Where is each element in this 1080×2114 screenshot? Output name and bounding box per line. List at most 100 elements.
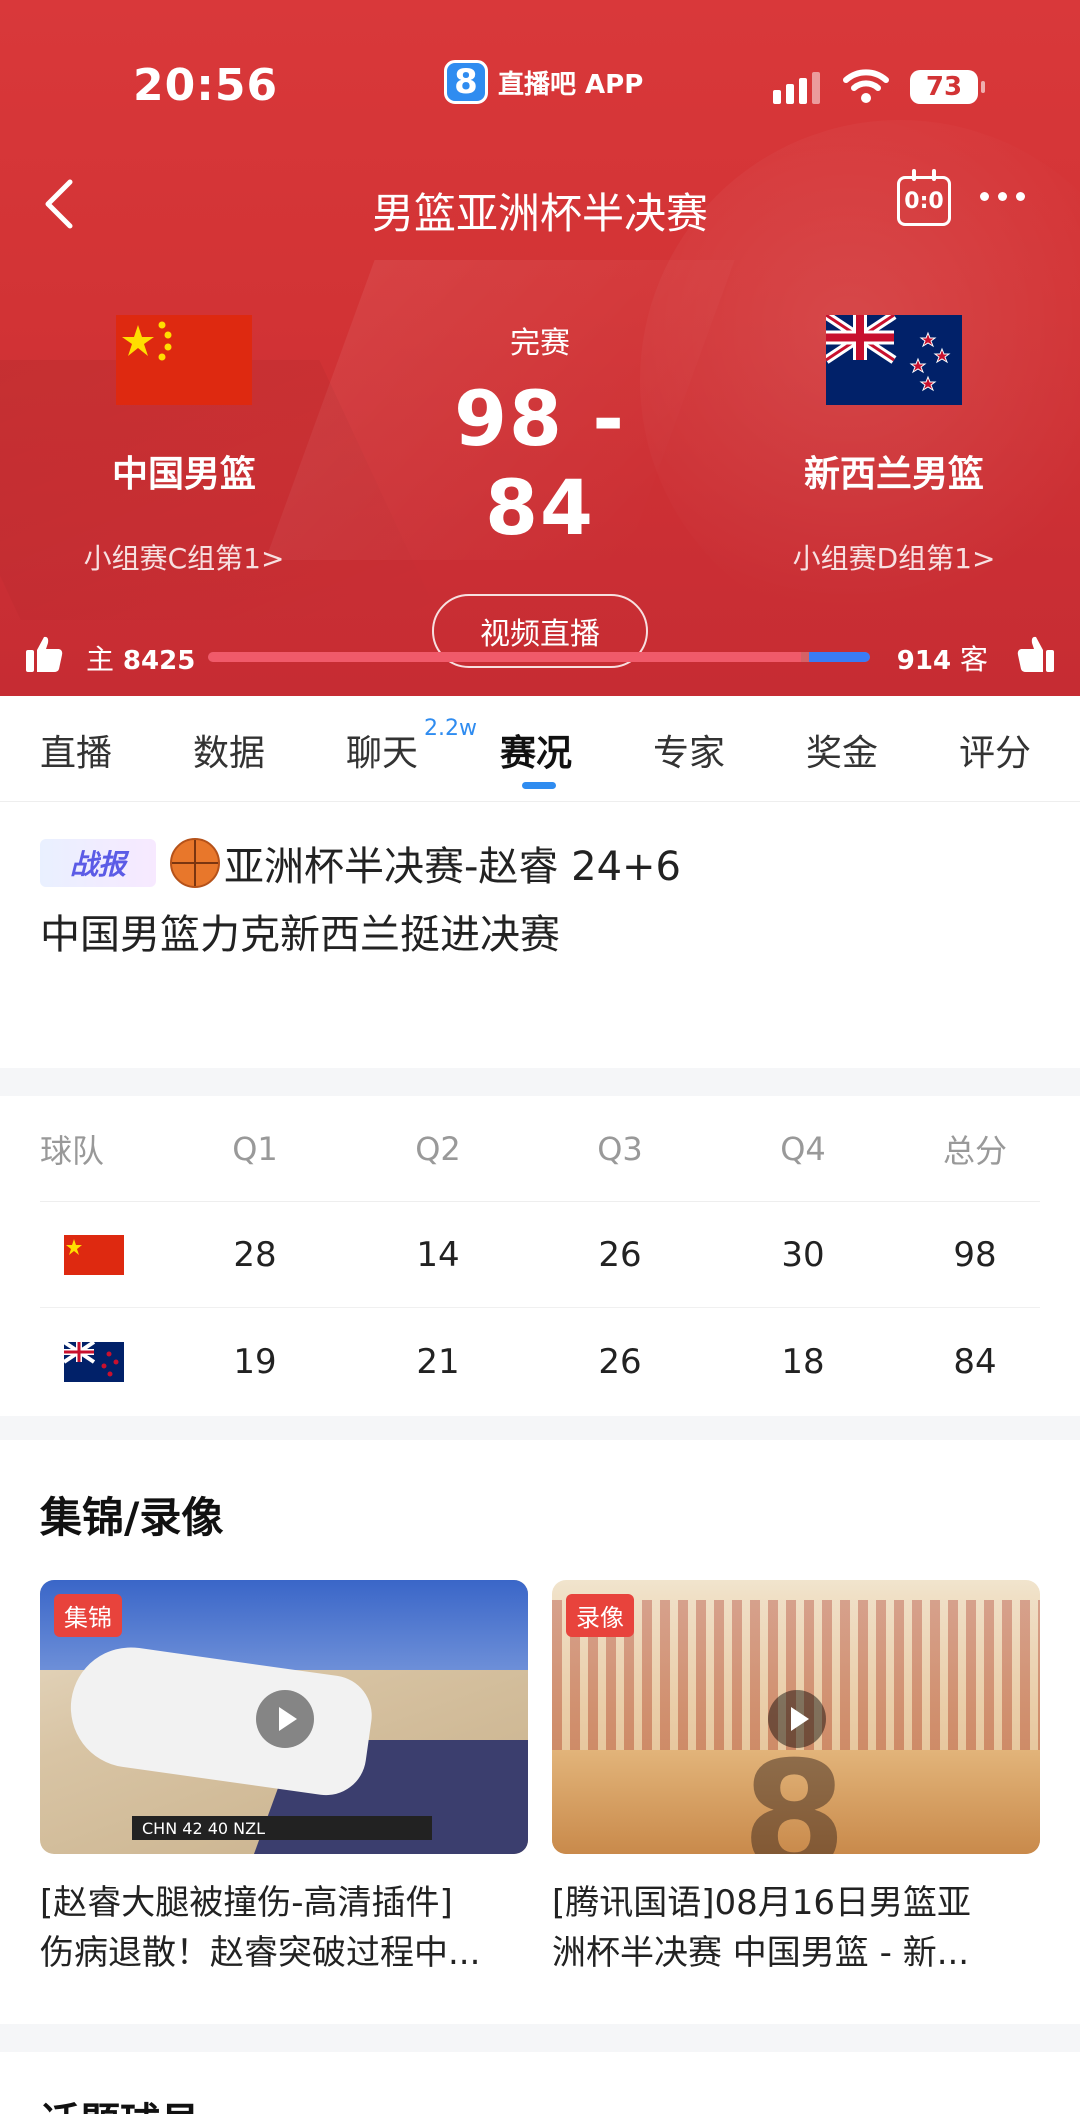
- header-q4: Q4: [780, 1129, 826, 1168]
- video-title-line2: 洲杯半决赛 中国男篮 - 新...: [552, 1933, 970, 1973]
- tab-chat-label: 聊天: [346, 733, 419, 774]
- team-cell: [40, 1234, 150, 1275]
- header-total: 总分: [942, 1131, 1007, 1170]
- total-score: 84: [953, 1342, 997, 1382]
- q4-score: 30: [781, 1234, 825, 1275]
- header-q2: Q2: [415, 1129, 461, 1168]
- support-home: 主 8425: [86, 638, 195, 678]
- section-divider: [0, 2024, 1080, 2052]
- table-header: 球队 Q1 Q2 Q3 Q4 总分: [40, 1096, 1040, 1202]
- tab-bonus[interactable]: 奖金: [806, 724, 878, 776]
- support-away-fill: [809, 652, 870, 662]
- thumbnail-scorebar: CHN 42 40 NZL: [132, 1816, 432, 1840]
- home-team-rank[interactable]: 小组赛C组第1>: [34, 537, 334, 577]
- tab-live[interactable]: 直播: [40, 724, 112, 776]
- q2-score: 21: [416, 1342, 460, 1382]
- table-row: 19 21 26 18 84: [40, 1309, 1040, 1415]
- team-cell: [40, 1342, 150, 1382]
- header-q1: Q1: [232, 1129, 278, 1168]
- home-team[interactable]: 中国男篮 小组赛C组第1>: [34, 315, 334, 577]
- report-headline: 战报 亚洲杯半决赛-赵睿 24+6: [40, 834, 681, 892]
- match-status: 完赛: [510, 326, 570, 361]
- away-team[interactable]: 新西兰男篮 小组赛D组第1>: [744, 315, 1044, 577]
- china-flag-icon: [116, 315, 252, 405]
- support-away-count: 914: [896, 646, 952, 676]
- video-thumbnail[interactable]: CHN 42 40 NZL 集锦: [40, 1580, 528, 1854]
- highlights-section: 集锦/录像 CHN 42 40 NZL 集锦 [赵睿大腿被撞伤-高清插件] 伤病…: [0, 1440, 1080, 2024]
- active-tab-indicator: [522, 782, 556, 789]
- new-zealand-flag-icon: [64, 1342, 124, 1382]
- app-logo-icon: 8: [444, 60, 488, 104]
- video-title-line1: [赵睿大腿被撞伤-高清插件]: [40, 1883, 453, 1923]
- home-team-name: 中国男篮: [111, 454, 256, 495]
- video-tag: 集锦: [54, 1594, 122, 1637]
- section-divider: [0, 1068, 1080, 1096]
- table-row: 28 14 26 30 98: [40, 1202, 1040, 1308]
- video-thumbnail[interactable]: 8 录像: [552, 1580, 1040, 1854]
- quarter-score-table: 球队 Q1 Q2 Q3 Q4 总分 28 14 26 30 98 19 21 2…: [0, 1096, 1080, 1416]
- report-tag: 战报: [40, 839, 156, 887]
- support-home-count: 8425: [122, 646, 196, 676]
- match-report[interactable]: 战报 亚洲杯半决赛-赵睿 24+6 中国男篮力克新西兰挺进决赛: [0, 802, 1080, 1068]
- support-away: 914 客: [897, 638, 988, 678]
- q3-score: 26: [598, 1342, 642, 1382]
- video-title-line2: 伤病退散！赵睿突破过程中...: [40, 1933, 481, 1973]
- status-time: 20:56: [133, 60, 279, 111]
- tab-bonus-label: 奖金: [806, 733, 879, 774]
- wifi-icon: [843, 69, 889, 103]
- header-team: 球队: [40, 1131, 105, 1170]
- video-title-line1: [腾讯国语]08月16日男篮亚: [552, 1883, 972, 1923]
- tab-bar: 直播 数据 聊天 2.2w 赛况 专家 奖金 评分: [0, 696, 1080, 802]
- tab-data[interactable]: 数据: [193, 724, 265, 776]
- section-title: 话题球员: [40, 2090, 200, 2114]
- new-zealand-flag-icon: [826, 315, 962, 405]
- support-progress: [208, 652, 870, 662]
- q2-score: 14: [416, 1234, 460, 1275]
- q1-score: 19: [233, 1342, 277, 1382]
- video-card[interactable]: 8 录像 [腾讯国语]08月16日男篮亚 洲杯半决赛 中国男篮 - 新...: [552, 1580, 1040, 1978]
- support-home-label: 主: [86, 643, 115, 676]
- section-divider: [0, 1416, 1080, 1440]
- tab-rating-label: 评分: [959, 733, 1032, 774]
- match-center: 完赛 98 - 84 视频直播: [390, 318, 690, 668]
- tab-experts-label: 专家: [653, 733, 726, 774]
- app-name: 直播吧 APP: [498, 69, 644, 100]
- q1-score: 28: [233, 1234, 277, 1275]
- tab-data-label: 数据: [193, 733, 266, 774]
- calendar-score-icon[interactable]: 0:0: [897, 169, 951, 226]
- away-team-rank[interactable]: 小组赛D组第1>: [744, 537, 1044, 577]
- video-tag: 录像: [566, 1594, 634, 1637]
- topic-players-section: 话题球员: [0, 2052, 1080, 2114]
- video-title[interactable]: [赵睿大腿被撞伤-高清插件] 伤病退散！赵睿突破过程中...: [40, 1878, 528, 1978]
- status-bar: 20:56 8 直播吧 APP 73: [0, 0, 1080, 170]
- app-badge: 8 直播吧 APP: [444, 60, 643, 104]
- support-home-fill: [208, 652, 802, 662]
- signal-icon: [773, 72, 820, 104]
- tab-chat-badge: 2.2w: [424, 716, 477, 741]
- play-icon[interactable]: [768, 1690, 826, 1748]
- tab-match-status[interactable]: 赛况: [500, 724, 572, 776]
- more-icon[interactable]: [980, 192, 1025, 201]
- tab-rating[interactable]: 评分: [959, 724, 1031, 776]
- play-icon[interactable]: [256, 1690, 314, 1748]
- thumbnail-overlay: 8: [742, 1730, 847, 1854]
- thumb-up-home-icon[interactable]: [24, 634, 64, 674]
- nav-bar: 男篮亚洲杯半决赛 0:0: [0, 169, 1080, 240]
- tab-match-status-label: 赛况: [500, 733, 573, 774]
- china-flag-icon: [64, 1234, 124, 1275]
- support-away-label: 客: [959, 643, 988, 676]
- video-card[interactable]: CHN 42 40 NZL 集锦 [赵睿大腿被撞伤-高清插件] 伤病退散！赵睿突…: [40, 1580, 528, 1978]
- thumb-up-away-icon[interactable]: [1016, 634, 1056, 674]
- match-score: 98 - 84: [454, 374, 626, 552]
- q4-score: 18: [781, 1342, 825, 1382]
- tab-chat[interactable]: 聊天 2.2w: [346, 716, 477, 776]
- report-line1: 亚洲杯半决赛-赵睿 24+6: [224, 844, 682, 890]
- q3-score: 26: [598, 1234, 642, 1275]
- away-team-name: 新西兰男篮: [803, 454, 984, 495]
- basketball-icon: [170, 838, 220, 888]
- header-q3: Q3: [597, 1129, 643, 1168]
- section-title: 集锦/录像: [40, 1493, 224, 1542]
- total-score: 98: [953, 1234, 997, 1275]
- video-title[interactable]: [腾讯国语]08月16日男篮亚 洲杯半决赛 中国男篮 - 新...: [552, 1878, 1040, 1978]
- tab-experts[interactable]: 专家: [653, 724, 725, 776]
